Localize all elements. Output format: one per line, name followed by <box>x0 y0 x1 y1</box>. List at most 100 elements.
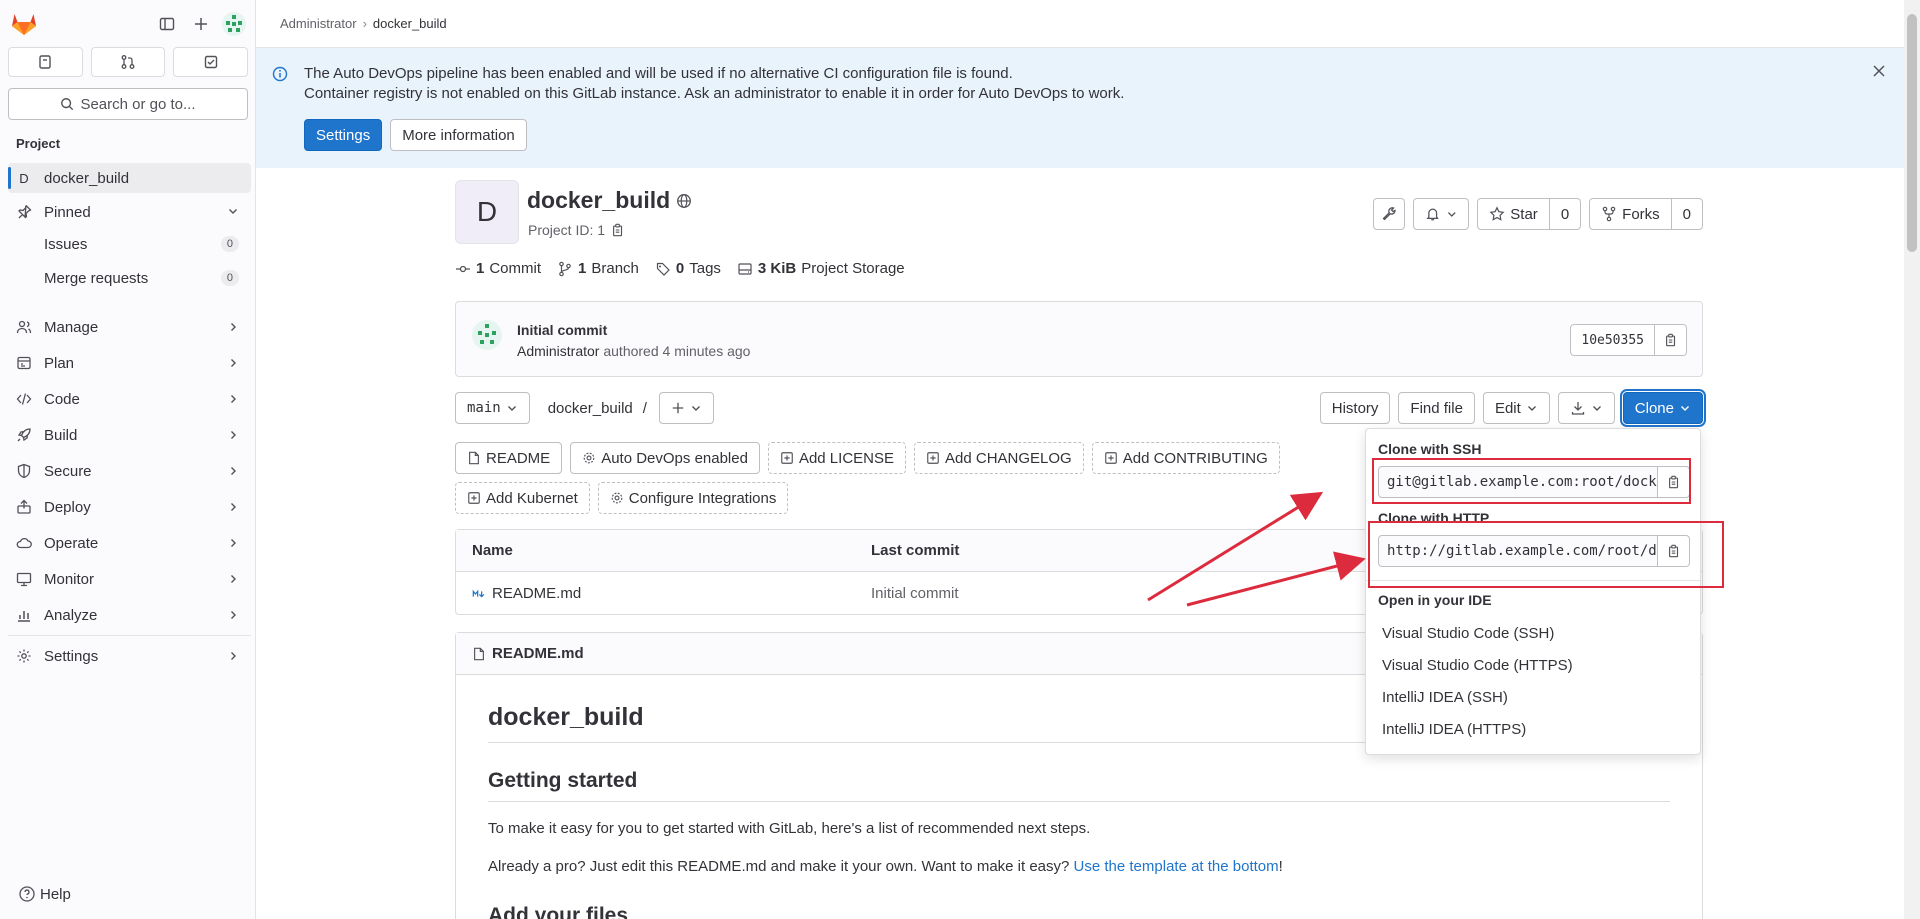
gitlab-logo-icon[interactable] <box>8 8 40 40</box>
chevron-right-icon <box>227 650 239 662</box>
sidebar-item-deploy[interactable]: Deploy <box>8 489 251 525</box>
forks-count[interactable]: 0 <box>1671 198 1703 230</box>
commit-sha[interactable]: 10e50355 <box>1570 324 1655 356</box>
add-changelog-button[interactable]: Add CHANGELOG <box>914 442 1084 474</box>
scrollbar-thumb[interactable] <box>1907 14 1917 252</box>
sidebar-toggle-icon[interactable] <box>151 8 183 40</box>
branches-link[interactable]: 1 Branch <box>557 260 639 277</box>
add-license-label: Add LICENSE <box>798 449 894 467</box>
project-actions: Star 0 Forks 0 <box>1373 198 1703 230</box>
star-button[interactable]: Star <box>1477 198 1550 230</box>
tree-path-separator: / <box>642 399 647 417</box>
user-avatar-icon[interactable] <box>221 11 247 37</box>
sidebar-item-label: Plan <box>44 354 75 372</box>
commit-author-avatar[interactable] <box>471 319 503 351</box>
find-file-button[interactable]: Find file <box>1398 392 1475 424</box>
sidebar-item-merge-requests[interactable]: Merge requests 0 <box>8 261 251 295</box>
planning-icon <box>16 355 32 371</box>
tags-link[interactable]: 0 Tags <box>655 260 721 277</box>
template-link[interactable]: Use the template at the bottom <box>1074 858 1279 875</box>
readme-filename[interactable]: README.md <box>492 645 584 662</box>
tree-path[interactable]: docker_build <box>548 400 633 417</box>
ide-item-vscode-https[interactable]: Visual Studio Code (HTTPS) <box>1382 657 1573 674</box>
ide-item-intellij-ssh[interactable]: IntelliJ IDEA (SSH) <box>1382 689 1508 706</box>
sidebar-item-monitor[interactable]: Monitor <box>8 561 251 597</box>
chevron-right-icon <box>227 393 239 405</box>
commits-link[interactable]: 1 Commit <box>455 260 541 277</box>
sidebar-item-pinned[interactable]: Pinned <box>8 197 251 227</box>
star-group: Star 0 <box>1477 198 1582 230</box>
storage-link[interactable]: 3 KiB Project Storage <box>737 260 905 277</box>
markdown-icon <box>472 589 485 597</box>
commit-author[interactable]: Administrator <box>517 343 599 359</box>
add-contributing-button[interactable]: Add CONTRIBUTING <box>1091 442 1280 474</box>
todo-icon <box>204 55 217 69</box>
clone-ssh-title: Clone with SSH <box>1378 441 1482 457</box>
sidebar-top <box>8 8 247 40</box>
merge-requests-counter-button[interactable] <box>90 47 166 77</box>
branches-label: Branch <box>591 260 639 277</box>
notifications-dropdown[interactable] <box>1413 198 1470 230</box>
copy-icon[interactable] <box>611 223 625 237</box>
star-count[interactable]: 0 <box>1549 198 1582 230</box>
commit-icon <box>456 265 470 272</box>
readme-button[interactable]: README <box>455 442 563 474</box>
sidebar-item-analyze[interactable]: Analyze <box>8 597 251 633</box>
sidebar-item-issues[interactable]: Issues 0 <box>8 227 251 261</box>
add-license-button[interactable]: Add LICENSE <box>767 442 906 474</box>
sidebar-item-plan[interactable]: Plan <box>8 345 251 381</box>
close-icon[interactable] <box>1872 64 1886 78</box>
add-kubernetes-label: Add Kubernet <box>486 489 578 507</box>
breadcrumb-item[interactable]: Administrator <box>280 16 357 31</box>
repository-toolbar: main docker_build / History Find file Ed… <box>455 389 1707 427</box>
download-dropdown[interactable] <box>1557 392 1615 424</box>
todos-counter-button[interactable] <box>173 47 249 77</box>
breadcrumb: Administrator › docker_build <box>256 0 1904 48</box>
edit-dropdown[interactable]: Edit <box>1482 392 1550 424</box>
page-scrollbar[interactable] <box>1904 0 1920 919</box>
edit-label: Edit <box>1494 399 1521 417</box>
chevron-right-icon <box>227 321 239 333</box>
ide-item-intellij-https[interactable]: IntelliJ IDEA (HTTPS) <box>1382 721 1526 738</box>
banner-actions: Settings More information <box>304 119 527 151</box>
clone-label: Clone <box>1634 399 1674 417</box>
plus-icon[interactable] <box>185 8 217 40</box>
sidebar-item-project[interactable]: D docker_build <box>8 163 251 193</box>
merge-requests-count-badge: 0 <box>220 270 239 286</box>
commit-title[interactable]: Initial commit <box>517 322 607 338</box>
file-name-cell[interactable]: README.md <box>456 585 871 602</box>
configure-integrations-label: Configure Integrations <box>628 489 777 507</box>
plus-square-icon <box>1104 452 1117 464</box>
tag-icon <box>656 262 670 276</box>
more-information-button[interactable]: More information <box>390 119 527 151</box>
sidebar-item-build[interactable]: Build <box>8 417 251 453</box>
chevron-right-icon <box>227 429 239 441</box>
sidebar-item-code[interactable]: Code <box>8 381 251 417</box>
issues-counter-button[interactable] <box>8 47 83 77</box>
auto-devops-button[interactable]: Auto DevOps enabled <box>570 442 760 474</box>
add-to-tree-dropdown[interactable] <box>658 392 714 424</box>
branch-selector[interactable]: main <box>455 392 530 424</box>
forks-button[interactable]: Forks <box>1589 198 1672 230</box>
sidebar-item-settings[interactable]: Settings <box>8 638 251 674</box>
file-last-commit[interactable]: Initial commit <box>871 585 959 602</box>
sidebar-item-operate[interactable]: Operate <box>8 525 251 561</box>
settings-button[interactable]: Settings <box>304 119 383 151</box>
history-button[interactable]: History <box>1319 392 1391 424</box>
add-kubernetes-button[interactable]: Add Kubernet <box>455 482 590 514</box>
forks-group: Forks 0 <box>1589 198 1703 230</box>
sidebar-item-secure[interactable]: Secure <box>8 453 251 489</box>
help-button[interactable]: Help <box>18 885 71 903</box>
help-label: Help <box>40 885 71 903</box>
admin-wrench-button[interactable] <box>1373 198 1406 230</box>
tags-count: 0 <box>675 260 685 277</box>
copy-icon[interactable] <box>1655 324 1687 356</box>
file-icon <box>469 451 479 465</box>
ide-item-vscode-ssh[interactable]: Visual Studio Code (SSH) <box>1382 625 1554 642</box>
clone-dropdown-button[interactable]: Clone <box>1619 389 1707 427</box>
sidebar-item-label: Secure <box>44 462 92 480</box>
sidebar-item-manage[interactable]: Manage <box>8 309 251 345</box>
configure-integrations-button[interactable]: Configure Integrations <box>597 482 789 514</box>
search-button[interactable]: Search or go to... <box>8 88 248 120</box>
breadcrumb-item[interactable]: docker_build <box>373 16 447 31</box>
